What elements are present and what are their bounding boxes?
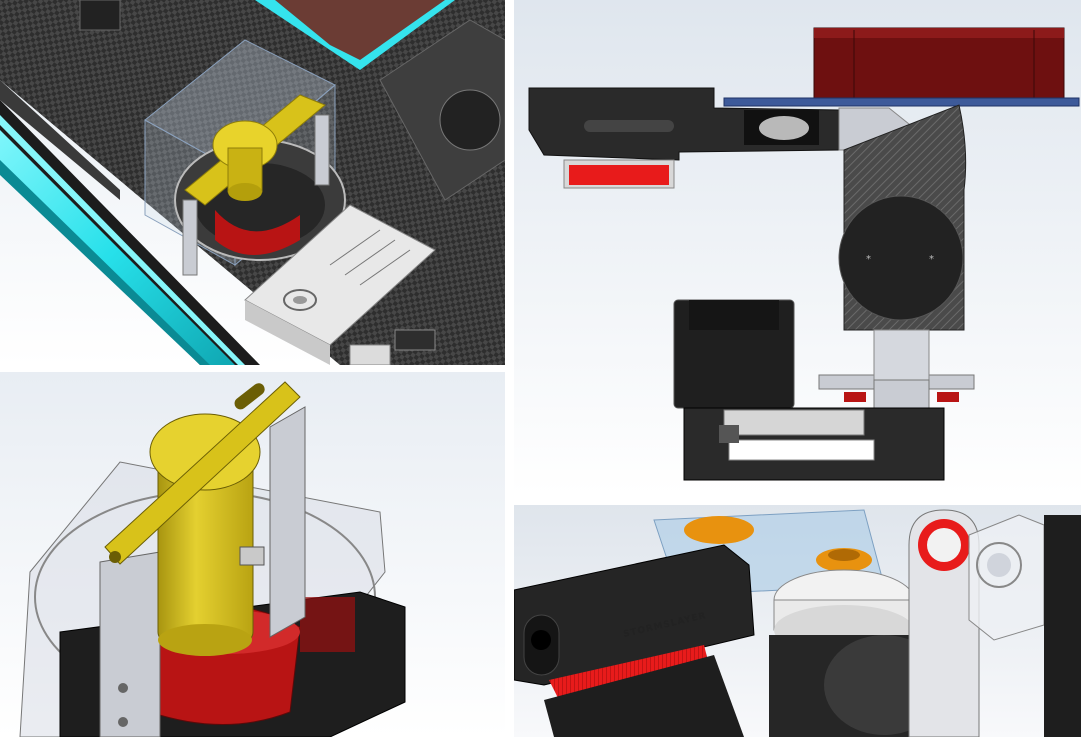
svg-text:*: * [929,254,934,265]
red-mag [569,165,669,185]
closeup-render [0,372,505,737]
gimbal-motor-closeup [0,372,505,737]
assembly-render: STORMSLAYER [514,505,1081,737]
blue-top-plate [723,97,1080,107]
section-render: * * [514,0,1081,495]
pitch-assembly-render: STORMSLAYER [514,505,1081,737]
dark-red-box [813,27,1065,104]
grey-post-left [99,551,161,737]
motor-disk [838,195,964,321]
iso-view-with-carbon-plate [0,0,505,365]
svg-text:*: * [866,254,871,265]
grey-post-right [269,406,306,638]
side-section-view: * * [514,0,1081,495]
iso-render [0,0,505,365]
